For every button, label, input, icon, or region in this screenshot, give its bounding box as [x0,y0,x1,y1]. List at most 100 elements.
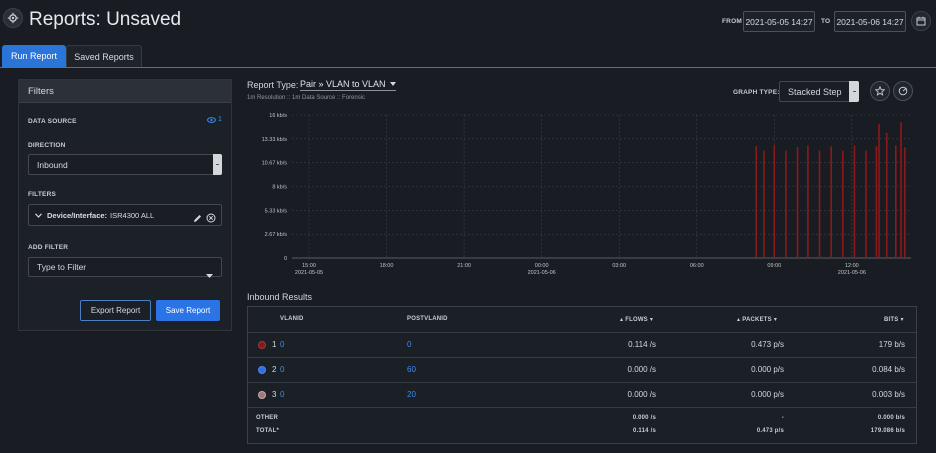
row-vlanid[interactable]: 0 [280,340,284,349]
other-label: OTHER [256,415,278,421]
x-tick-date: 2021-05-06 [838,270,866,276]
y-tick-label: 16 kb/s [269,113,287,119]
total-bits: 179.086 b/s [870,428,905,434]
add-filter-select[interactable]: Type to Filter [28,257,222,277]
direction-select[interactable]: Inbound [28,154,222,175]
data-source-count: 1 [218,116,222,123]
from-label: FROM [722,18,742,25]
table-row[interactable]: 2 0 60 0.000 /s 0.000 p/s 0.084 b/s [248,358,916,382]
series-swatch [258,391,266,399]
caret-down-icon: ▾ [649,317,654,323]
tab-divider [0,67,936,68]
results-table: VLANID POSTVLANID ▴ FLOWS ▾ ▴ PACKETS ▾ BITS… [247,306,917,444]
to-date-field[interactable]: 2021-05-06 14:27 [834,11,906,32]
direction-label: DIRECTION [28,142,66,149]
col-vlanid[interactable]: VLANID [280,316,304,322]
filter-item-value: ISR4300 ALL [110,210,155,220]
data-source-label: DATA SOURCE [28,118,77,125]
report-type-value: Pair » VLAN to VLAN [300,79,386,89]
total-flows: 0.114 /s [633,428,656,434]
total-packets: 0.473 p/s [756,428,784,434]
remove-filter-icon[interactable] [206,210,216,228]
row-packets: 0.000 p/s [751,365,784,374]
y-tick-label: 13.33 kb/s [262,137,288,143]
direction-value: Inbound [37,159,68,170]
x-tick-date: 2021-05-06 [528,270,556,276]
save-report-button[interactable]: Save Report [156,300,220,321]
results-title: Inbound Results [247,292,313,302]
graph-type-label: GRAPH TYPE: [733,89,780,96]
row-rank: 3 [272,390,277,399]
x-tick-label: 15:00 [302,263,316,269]
row-flows: 0.114 /s [628,340,656,349]
calendar-icon[interactable] [911,11,931,31]
graph-type-spinner[interactable] [849,81,859,102]
tab-saved-reports[interactable]: Saved Reports [66,45,142,67]
row-packets: 0.473 p/s [751,340,784,349]
col-bits[interactable]: BITS ▾ [884,316,904,324]
row-bits: 179 b/s [878,340,905,349]
row-flows: 0.000 /s [627,365,656,374]
chevron-down-icon [35,212,42,218]
spinner-icon [852,91,856,92]
col-flows[interactable]: ▴ FLOWS ▾ [620,316,654,324]
filters-title: Filters [19,80,231,103]
col-packets-label: PACKETS [742,316,772,323]
col-bits-label: BITS [884,316,899,323]
y-tick-label: 10.67 kb/s [262,161,288,167]
y-tick-label: 2.67 kb/s [265,232,288,238]
table-row[interactable]: 3 0 20 0.000 /s 0.000 p/s 0.003 b/s [248,383,916,407]
from-date-field[interactable]: 2021-05-05 14:27 [743,11,815,32]
report-type-label: Report Type: [247,80,299,90]
share-button[interactable] [893,81,913,101]
x-tick-label: 00:00 [535,263,549,269]
caret-down-icon [389,82,396,86]
other-flows: 0.000 /s [632,415,656,421]
col-flows-label: FLOWS [625,316,648,323]
pencil-icon[interactable] [193,210,202,228]
chart: 16 kb/s 13.33 kb/s 10.67 kb/s 8 kb/s 5.33 kb… [247,110,917,280]
x-tick-label: 21:00 [457,263,471,269]
y-tick-label: 8 kb/s [272,185,287,191]
row-divider [248,407,916,408]
row-rank: 1 [272,340,277,349]
row-vlanid[interactable]: 0 [280,390,284,399]
other-bits: 0.000 b/s [877,415,905,421]
col-postvlanid[interactable]: POSTVLANID [407,316,448,322]
x-tick-label: 18:00 [380,263,394,269]
caret-down-icon [206,265,213,283]
row-rank: 2 [272,365,277,374]
favorite-button[interactable] [870,81,890,101]
row-postvlanid[interactable]: 20 [407,390,416,399]
export-report-button[interactable]: Export Report [80,300,151,321]
add-filter-placeholder: Type to Filter [37,262,87,272]
graph-type-select[interactable]: Stacked Step [779,81,859,102]
spinner-icon [216,164,219,165]
gear-icon[interactable] [3,8,23,28]
total-label: TOTAL* [256,428,279,434]
row-packets: 0.000 p/s [751,390,784,399]
direction-spinner[interactable] [213,154,222,175]
x-tick-label: 12:00 [845,263,859,269]
add-filter-label: ADD FILTER [28,244,69,251]
tab-run-report[interactable]: Run Report [2,45,66,67]
page-title: Reports: Unsaved [29,9,182,30]
other-packets: - [781,415,784,421]
to-label: TO [821,18,831,25]
row-vlanid[interactable]: 0 [280,365,284,374]
filters-label: FILTERS [28,191,56,198]
eye-icon [207,116,216,123]
chart-svg: 16 kb/s 13.33 kb/s 10.67 kb/s 8 kb/s 5.33 kb… [262,113,911,276]
row-postvlanid[interactable]: 0 [407,340,411,349]
x-tick-label: 03:00 [612,263,626,269]
data-source-toggle[interactable]: 1 [207,116,222,123]
star-icon [875,86,885,96]
row-postvlanid[interactable]: 60 [407,365,416,374]
series-swatch [258,341,266,349]
report-type-select[interactable]: Pair » VLAN to VLAN [300,79,396,91]
table-row[interactable]: 1 0 0 0.114 /s 0.473 p/s 179 b/s [248,333,916,357]
series-swatch [258,366,266,374]
graph-type-value: Stacked Step [788,86,842,97]
filters-panel: Filters DATA SOURCE 1 DIRECTION Inbound … [18,79,232,331]
col-packets[interactable]: ▴ PACKETS ▾ [737,316,777,324]
